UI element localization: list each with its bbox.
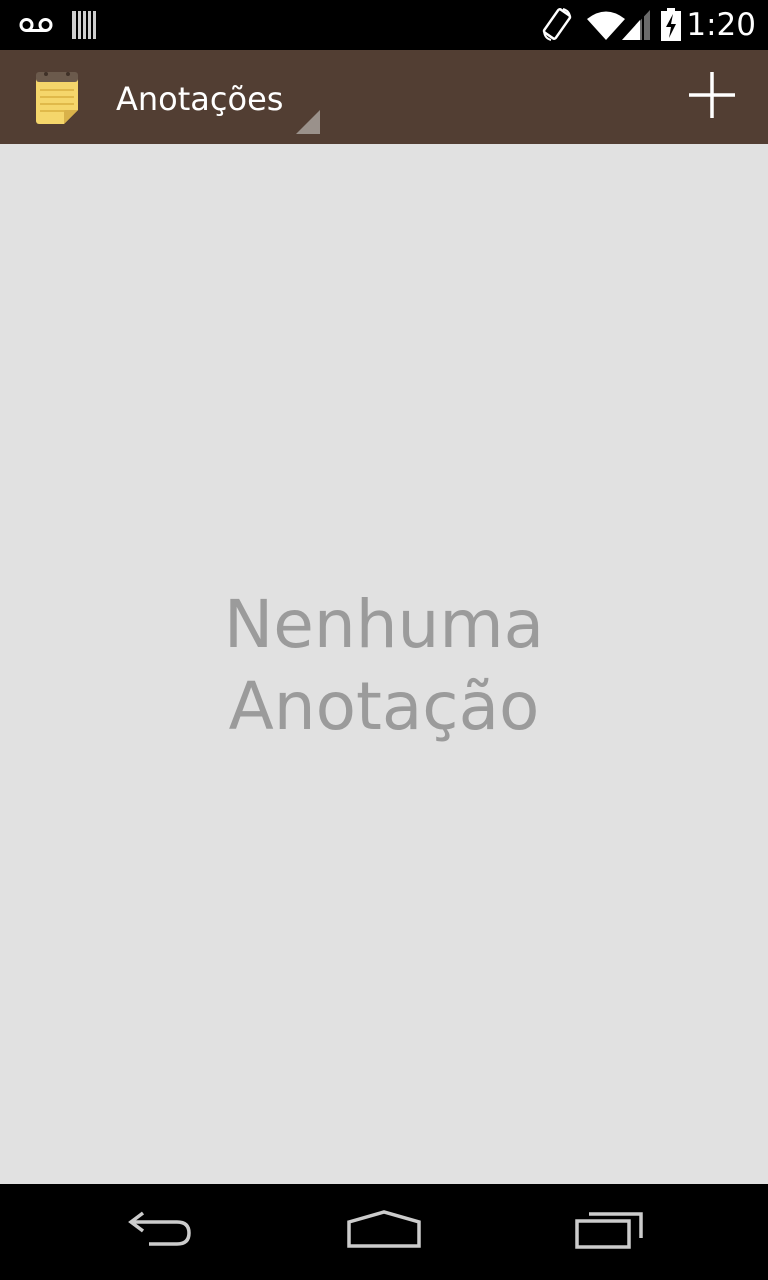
status-bar: 1:20	[0, 0, 768, 50]
notes-list-area: Nenhuma Anotação	[0, 144, 768, 1184]
empty-state-line2: Anotação	[228, 668, 540, 745]
battery-charging-icon	[659, 0, 683, 50]
action-bar: Anotações	[0, 50, 768, 144]
signal-icon	[621, 0, 651, 50]
screen-rotation-icon	[540, 0, 574, 50]
recent-apps-button[interactable]	[550, 1184, 670, 1280]
empty-state-message: Nenhuma Anotação	[0, 584, 768, 748]
add-note-button[interactable]	[672, 50, 752, 144]
title-spinner[interactable]: Anotações	[100, 50, 324, 144]
back-icon	[125, 1210, 195, 1254]
add-icon	[687, 70, 737, 124]
empty-state-line1: Nenhuma	[223, 586, 545, 663]
voicemail-icon	[18, 0, 54, 50]
status-time: 1:20	[686, 7, 756, 43]
home-icon	[346, 1210, 422, 1254]
app-title: Anotações	[116, 80, 284, 118]
screen: 1:20 Anotações Nenhuma Anotação	[0, 0, 768, 1280]
back-button[interactable]	[100, 1184, 220, 1280]
home-button[interactable]	[324, 1184, 444, 1280]
dropdown-arrow-icon	[296, 110, 320, 134]
notepad-icon[interactable]	[34, 70, 80, 126]
recent-apps-icon	[574, 1210, 646, 1254]
navigation-bar	[0, 1184, 768, 1280]
sd-card-icon	[70, 0, 98, 50]
